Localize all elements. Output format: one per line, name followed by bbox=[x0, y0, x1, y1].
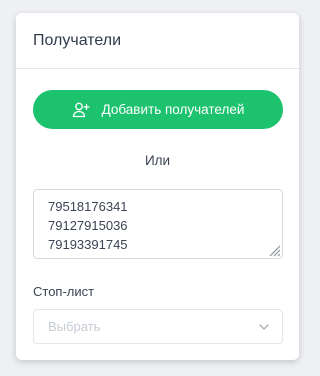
recipients-card: Получатели Добавить получателей Или 7951… bbox=[16, 13, 299, 360]
phone-number-line: 79193391745 bbox=[48, 237, 128, 252]
chevron-down-icon bbox=[258, 321, 270, 333]
phone-number-line: 79518176341 bbox=[48, 199, 128, 214]
add-recipients-label: Добавить получателей bbox=[101, 102, 245, 117]
resize-handle-icon[interactable] bbox=[267, 243, 281, 257]
add-user-icon bbox=[72, 101, 90, 119]
card-header: Получатели bbox=[16, 13, 299, 69]
add-recipients-button[interactable]: Добавить получателей bbox=[33, 90, 283, 129]
phone-numbers-textarea[interactable]: 79518176341 79127915036 79193391745 bbox=[33, 189, 283, 259]
stop-list-placeholder: Выбрать bbox=[48, 319, 101, 334]
stop-list-label: Стоп-лист bbox=[33, 284, 95, 299]
card-title: Получатели bbox=[33, 31, 122, 49]
phone-number-line: 79127915036 bbox=[48, 218, 128, 233]
stop-list-select[interactable]: Выбрать bbox=[33, 309, 283, 344]
or-separator-text: Или bbox=[144, 153, 171, 168]
